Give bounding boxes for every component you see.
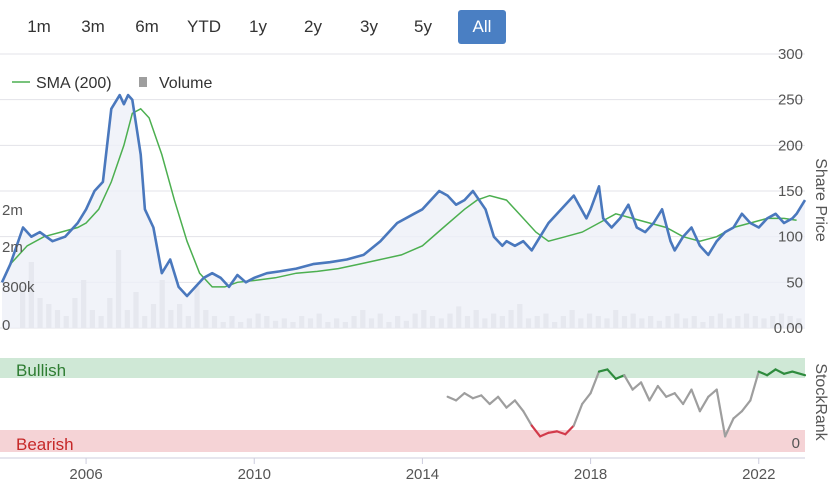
stockrank-segment — [648, 384, 659, 402]
price-tick-label: 50 — [786, 274, 803, 291]
stockrank-segment — [656, 384, 668, 398]
price-tick-label: 150 — [778, 183, 803, 200]
legend: SMA (200) Volume — [12, 75, 212, 92]
stockrank-segment — [673, 392, 685, 406]
legend-volume-swatch — [139, 77, 147, 87]
x-tick-label: 2006 — [69, 466, 102, 483]
stockrank-segment — [581, 392, 592, 406]
stockrank-segment — [681, 388, 693, 406]
stockrank-segment — [505, 399, 517, 409]
stockrank-segment — [639, 381, 651, 402]
rank-axis-tick: 0 — [792, 435, 800, 452]
legend-sma-label: SMA (200) — [36, 75, 112, 92]
x-tick-label: 2022 — [742, 466, 775, 483]
stockrank-segment — [480, 394, 491, 406]
stockrank-segment — [471, 394, 483, 400]
stockrank-segment — [707, 388, 718, 398]
bullish-label: Bullish — [16, 361, 66, 380]
stockrank-segment — [572, 402, 584, 427]
price-area — [2, 95, 805, 328]
price-tick-label: 250 — [778, 92, 803, 109]
x-tick-label: 2018 — [574, 466, 607, 483]
volume-tick-label: 800k — [2, 279, 35, 296]
stockrank-segment — [488, 395, 500, 406]
stockrank-axis-title: StockRank — [812, 363, 829, 441]
stockrank-segment — [740, 399, 752, 413]
stock-chart: 300 250 200 150 100 50 0.00 2m 2m 800k 0 Share Pr… — [0, 46, 829, 483]
stockrank-segment — [496, 395, 508, 409]
time-axis-ticks: 2006 2010 2014 2018 2022 — [69, 458, 775, 483]
price-axis-title: Share Price — [812, 158, 829, 242]
stockrank-segment — [732, 410, 744, 420]
stockrank-segment — [446, 395, 458, 402]
bearish-label: Bearish — [16, 435, 74, 454]
x-tick-label: 2010 — [238, 466, 271, 483]
stockrank-segment — [547, 430, 559, 434]
legend-volume-label: Volume — [159, 75, 212, 92]
stockrank-line — [446, 368, 807, 438]
price-tick-label: 0.00 — [774, 320, 803, 337]
volume-tick-label: 2m — [2, 239, 23, 256]
stockrank-segment — [463, 392, 474, 400]
stockrank-segment — [698, 395, 710, 413]
stockrank-segment — [454, 392, 466, 402]
stockrank-segment — [690, 388, 701, 413]
stockrank-segment — [665, 392, 676, 398]
stockrank-segment — [715, 388, 727, 438]
stockrank-segment — [513, 399, 525, 413]
price-tick-label: 200 — [778, 137, 803, 154]
volume-tick-label: 0 — [2, 317, 10, 334]
x-tick-label: 2014 — [406, 466, 439, 483]
price-tick-label: 100 — [778, 229, 803, 246]
price-tick-label: 300 — [778, 46, 803, 63]
stockrank-segment — [631, 381, 643, 391]
bearish-band — [0, 430, 805, 452]
volume-tick-label: 2m — [2, 202, 23, 219]
stockrank-segment — [522, 410, 533, 427]
bullish-band — [0, 358, 805, 378]
